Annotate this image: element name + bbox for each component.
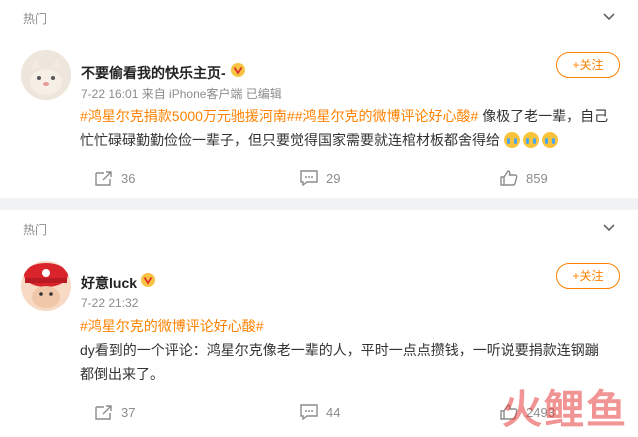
- comment-icon: [300, 404, 318, 420]
- repost-icon: [95, 405, 112, 420]
- chevron-down-icon[interactable]: [602, 221, 616, 235]
- comment-icon: [300, 170, 318, 186]
- like-count: 859: [526, 170, 548, 186]
- post-content: #鸿星尔克捐款5000万元驰援河南##鸿星尔克的微博评论好心酸# 像极了老一辈，…: [80, 104, 610, 152]
- post-meta: 7-22 16:01 来自 iPhone客户端 已编辑: [81, 87, 282, 101]
- repost-count: 36: [121, 170, 136, 186]
- username[interactable]: 不要偷看我的快乐主页-: [81, 63, 226, 83]
- comment-button[interactable]: 29: [300, 170, 340, 186]
- vip-badge-icon: [231, 63, 245, 77]
- like-icon: [500, 170, 518, 186]
- watermark-logo: 火鲤鱼: [502, 388, 628, 432]
- comment-count: 29: [326, 170, 341, 186]
- repost-button[interactable]: 36: [95, 170, 135, 186]
- post-content: #鸿星尔克的微博评论好心酸# dy看到的一个评论：鸿星尔克像老一辈的人，平时一点…: [80, 314, 610, 386]
- hot-label: 热门: [23, 223, 48, 237]
- topic-tags[interactable]: #鸿星尔克捐款5000万元驰援河南##鸿星尔克的微博评论好心酸#: [80, 108, 478, 124]
- topic-tags[interactable]: #鸿星尔克的微博评论好心酸#: [80, 318, 264, 334]
- username[interactable]: 好意luck: [81, 273, 137, 293]
- post-meta: 7-22 21:32: [81, 296, 139, 310]
- cry-emoji-icon: [541, 132, 558, 148]
- comment-button[interactable]: 44: [300, 404, 340, 420]
- chevron-down-icon[interactable]: [602, 10, 616, 24]
- cry-emoji-icon: [503, 132, 520, 148]
- weibo-post-card: 热门 不要偷看我的快乐主页- 7-22 16:01 来自 iPhone客户端 已…: [0, 0, 638, 198]
- avatar[interactable]: [21, 261, 71, 311]
- like-button[interactable]: 859: [500, 170, 548, 186]
- follow-button[interactable]: +关注: [556, 52, 620, 78]
- cry-emoji-icon: [522, 132, 539, 148]
- hot-label: 热门: [23, 12, 48, 26]
- comment-count: 44: [326, 404, 341, 420]
- follow-button[interactable]: +关注: [556, 263, 620, 289]
- repost-icon: [95, 171, 112, 186]
- post-text: dy看到的一个评论：鸿星尔克像老一辈的人，平时一点点攒钱，一听说要捐款连钢蹦都倒…: [80, 342, 599, 382]
- vip-badge-icon: [141, 273, 155, 287]
- repost-button[interactable]: 37: [95, 404, 135, 420]
- repost-count: 37: [121, 404, 136, 420]
- avatar[interactable]: [21, 50, 71, 100]
